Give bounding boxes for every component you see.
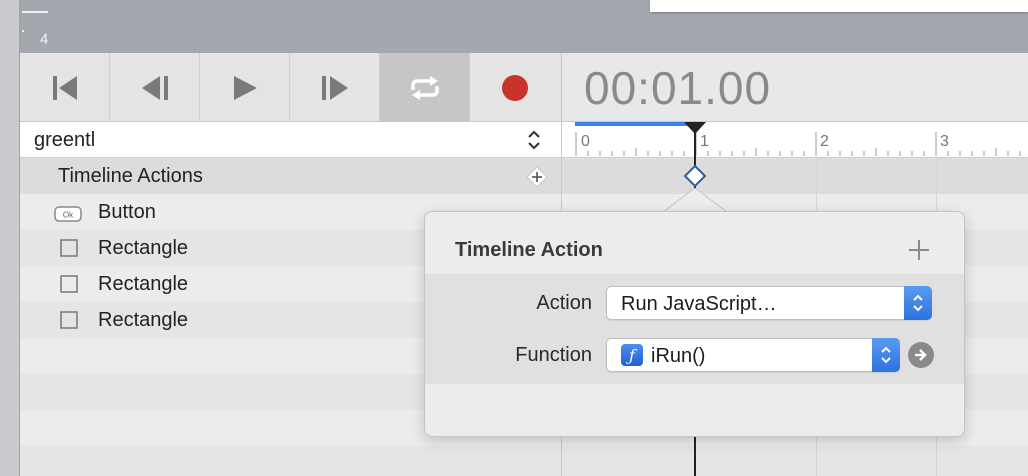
record-button[interactable]	[470, 53, 560, 122]
play-button[interactable]	[200, 53, 290, 122]
ruler-label-3: 3	[940, 133, 949, 150]
timeline-action-popover: Timeline Action Action Run JavaScript… F…	[424, 211, 965, 437]
layer-label-rectangle-2: Rectangle	[98, 273, 189, 295]
ruler-label-2: 2	[820, 133, 829, 150]
guide-tick	[22, 30, 24, 32]
ruler-label-0: 0	[581, 133, 590, 150]
canvas-sheet[interactable]	[650, 0, 1028, 12]
rectangle-icon	[60, 311, 78, 329]
function-label: Function	[515, 344, 592, 366]
function-select-value: iRun()	[651, 345, 706, 367]
layer-label-button: Button	[98, 201, 156, 223]
function-select-stepper[interactable]	[872, 338, 900, 372]
skip-to-start-icon	[52, 75, 77, 100]
record-icon	[502, 74, 528, 101]
step-back-icon	[141, 75, 168, 100]
action-select-stepper[interactable]	[904, 286, 932, 320]
loop-icon	[410, 75, 439, 100]
guide-number: 4	[40, 31, 49, 48]
guide-mark	[22, 11, 48, 13]
rectangle-icon	[60, 239, 78, 257]
step-forward-icon	[321, 75, 348, 100]
add-action-icon[interactable]	[526, 166, 548, 188]
add-icon[interactable]	[907, 238, 931, 262]
arrow-right-icon	[915, 349, 927, 361]
rectangle-icon	[60, 275, 78, 293]
action-select[interactable]: Run JavaScript…	[606, 286, 932, 320]
button-ok-icon: Ok	[54, 206, 82, 222]
step-back-button[interactable]	[110, 53, 200, 122]
popover-form: Action Run JavaScript… Function ƒ iRun()	[425, 274, 964, 384]
empty-row	[20, 446, 561, 476]
timecode-panel: 00:01.00	[561, 53, 1028, 122]
timeline-actions-label: Timeline Actions	[58, 165, 203, 187]
function-icon: ƒ	[621, 344, 643, 366]
button-icon-text: Ok	[63, 211, 74, 220]
time-ruler[interactable]: 0 1 2 3	[561, 122, 1028, 158]
up-down-chevron-icon	[881, 346, 891, 364]
layer-label-rectangle-3: Rectangle	[98, 309, 189, 331]
track-row	[562, 158, 1028, 194]
ruler-label-1: 1	[700, 133, 709, 150]
up-down-chevron-icon	[913, 294, 923, 312]
action-keyframe-icon[interactable]	[683, 164, 707, 188]
track-row	[562, 446, 1028, 476]
timeline-actions-row[interactable]: Timeline Actions	[20, 158, 561, 194]
timeline-selector-value: greentl	[34, 129, 96, 151]
go-to-start-button[interactable]	[20, 53, 110, 122]
step-forward-button[interactable]	[290, 53, 380, 122]
play-icon	[233, 75, 257, 100]
popover-title: Timeline Action	[455, 239, 603, 261]
function-select[interactable]: ƒ iRun()	[606, 338, 900, 372]
layer-label-rectangle-1: Rectangle	[98, 237, 189, 259]
transport-bar	[20, 53, 561, 122]
go-to-function-button[interactable]	[908, 342, 934, 368]
played-range-bar	[575, 122, 696, 126]
action-select-value: Run JavaScript…	[621, 293, 777, 315]
left-edge	[0, 0, 20, 476]
action-label: Action	[536, 292, 592, 314]
up-down-chevron-icon	[528, 130, 540, 150]
timecode-display: 00:01.00	[584, 62, 772, 114]
loop-button[interactable]	[380, 53, 470, 122]
ruler-ticks	[575, 132, 1021, 156]
timeline-selector[interactable]: greentl	[20, 122, 561, 158]
